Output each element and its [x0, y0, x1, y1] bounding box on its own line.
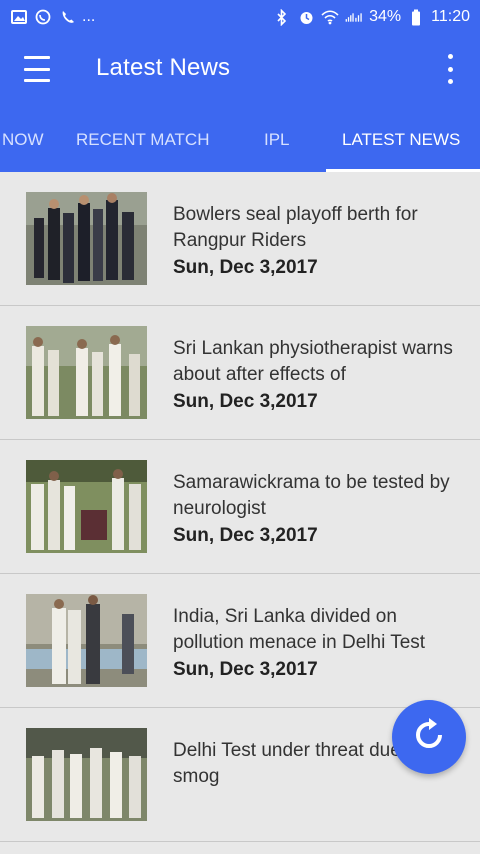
news-date: Sun, Dec 3,2017: [173, 659, 318, 680]
news-date: Sun, Dec 3,2017: [173, 257, 318, 278]
tab-bar: NOW RECENT MATCH IPL LATEST NEWS: [0, 106, 480, 172]
tab-ipl[interactable]: IPL: [264, 130, 290, 150]
refresh-icon: [412, 717, 446, 757]
news-text: Samarawickrama to be tested by neurologi…: [173, 470, 468, 549]
menu-icon-line: [24, 67, 50, 71]
phone-icon: [58, 8, 76, 26]
news-title: Bowlers seal playoff berth for Rangpur R…: [173, 204, 418, 251]
tab-latest-news[interactable]: LATEST NEWS: [342, 130, 460, 150]
status-time: 11:20: [431, 8, 470, 25]
news-text: India, Sri Lanka divided on pollution me…: [173, 604, 468, 683]
overflow-menu-button[interactable]: [440, 54, 460, 84]
battery-percent: 34%: [369, 8, 402, 25]
image-icon: [10, 8, 28, 26]
page-title: Latest News: [96, 54, 231, 81]
news-thumbnail: [26, 460, 147, 553]
news-thumbnail: [26, 594, 147, 687]
bluetooth-icon: [273, 8, 291, 26]
news-date: Sun, Dec 3,2017: [173, 391, 318, 412]
news-text: Bowlers seal playoff berth for Rangpur R…: [173, 202, 468, 281]
menu-button[interactable]: [24, 56, 50, 82]
refresh-button[interactable]: [392, 700, 466, 774]
news-title: Samarawickrama to be tested by neurologi…: [173, 472, 450, 519]
news-thumbnail: [26, 728, 147, 821]
whatsapp-icon: [34, 8, 52, 26]
status-left-text: ...: [82, 8, 96, 25]
overflow-dot: [447, 66, 453, 72]
news-title: India, Sri Lanka divided on pollution me…: [173, 606, 426, 653]
signal-icon: [345, 8, 363, 26]
tab-recent-match[interactable]: RECENT MATCH: [76, 130, 210, 150]
wifi-icon: [321, 8, 339, 26]
overflow-dot: [447, 54, 453, 59]
alarm-icon: [297, 8, 315, 26]
status-bar: ... 34% 11:20: [0, 0, 480, 34]
overflow-dot: [447, 79, 453, 84]
menu-icon-line: [24, 56, 50, 59]
news-title: Sri Lankan physiotherapist warns about a…: [173, 338, 453, 385]
news-item[interactable]: India, Sri Lanka divided on pollution me…: [0, 574, 480, 708]
news-item[interactable]: Sri Lankan physiotherapist warns about a…: [0, 306, 480, 440]
battery-icon: [407, 8, 425, 26]
news-item[interactable]: Bowlers seal playoff berth for Rangpur R…: [0, 172, 480, 306]
tab-now[interactable]: NOW: [2, 130, 44, 150]
status-right: 34% 11:20: [273, 8, 470, 26]
news-thumbnail: [26, 326, 147, 419]
status-left: ...: [10, 8, 95, 26]
news-thumbnail: [26, 192, 147, 285]
news-text: Sri Lankan physiotherapist warns about a…: [173, 336, 468, 415]
menu-icon-line: [24, 79, 50, 82]
app-bar: Latest News: [0, 34, 480, 106]
news-date: Sun, Dec 3,2017: [173, 525, 318, 546]
news-item[interactable]: Samarawickrama to be tested by neurologi…: [0, 440, 480, 574]
